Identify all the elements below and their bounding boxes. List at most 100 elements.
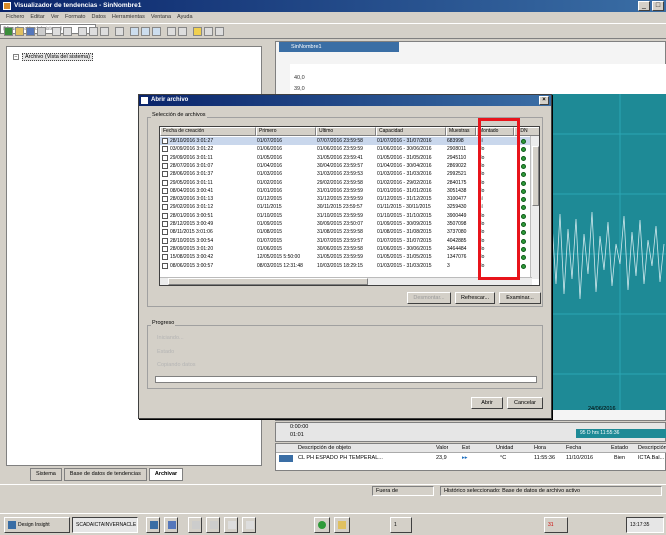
col-primero[interactable]: Primero <box>256 127 316 136</box>
col-estado[interactable]: Estado <box>611 444 628 453</box>
window-icon[interactable] <box>204 27 213 36</box>
archive-file-icon <box>162 221 168 227</box>
list-item[interactable]: 03/09/2016 3:01:22 01/06/2016 01/06/2016 2… <box>160 145 532 153</box>
save-icon[interactable] <box>26 27 35 36</box>
list-item[interactable]: 28/07/2016 3:01:07 01/04/2016 30/04/2016 2… <box>160 162 532 170</box>
tab-base-de-datos[interactable]: Base de datos de tendencias <box>63 468 147 481</box>
window-controls: _ □ <box>638 1 664 11</box>
find-icon[interactable] <box>89 27 98 36</box>
search-icon <box>228 520 236 529</box>
taskbar-yellow-icon[interactable] <box>334 517 350 533</box>
list-item[interactable]: 29/02/2016 3:01:12 01/11/2015 30/11/2015 2… <box>160 203 532 211</box>
taskbar-app-icon-1[interactable] <box>146 517 160 533</box>
status-panel-1: Fuera de <box>372 486 434 496</box>
cell-primero: 08/03/2015 12:31:48 <box>257 262 303 269</box>
search-icon[interactable] <box>130 27 139 36</box>
col-valor[interactable]: Valor <box>436 444 448 453</box>
taskbar-app-icon-6[interactable] <box>242 517 256 533</box>
col-fecha[interactable]: Fecha <box>566 444 581 453</box>
menu-ventana[interactable]: Ventana <box>151 12 171 22</box>
time-range-bar[interactable]: 95 D hrs 11:55:36 <box>576 429 666 438</box>
archive-file-icon <box>162 146 168 153</box>
close-icon[interactable]: × <box>539 96 549 105</box>
menu-editar[interactable]: Editar <box>30 12 44 22</box>
list-item[interactable]: 28/01/2016 3:00:51 01/10/2015 31/10/2015 2… <box>160 212 532 220</box>
cell-primero: 01/06/2016 <box>257 146 283 153</box>
taskbar-app-icon-4[interactable] <box>206 517 220 533</box>
col-ultimo[interactable]: Último <box>316 127 376 136</box>
list-item[interactable]: 08/04/2016 3:00:41 01/01/2016 31/01/2016 2… <box>160 187 532 195</box>
zoom-icon[interactable] <box>63 27 72 36</box>
menu-ayuda[interactable]: Ayuda <box>177 12 193 22</box>
table-row[interactable]: CL PH ESPADO PH TEMPERAL... 23,9 ▸▸ °C 1… <box>276 454 666 463</box>
col-muestras[interactable]: Muestras <box>446 127 476 136</box>
taskbar-design-insight[interactable]: Design Insight <box>4 517 70 533</box>
horizontal-scrollbar[interactable] <box>160 277 532 285</box>
tab-archivar[interactable]: Archivar <box>148 468 184 481</box>
list-item[interactable]: 29/05/2016 3:01:11 01/02/2016 29/02/2016 2… <box>160 179 532 187</box>
col-capacidad[interactable]: Capacidad <box>376 127 446 136</box>
menu-ver[interactable]: Ver <box>51 12 59 22</box>
list-item[interactable]: 28/10/2016 3:01:27 01/07/2016 07/07/2016 2… <box>160 137 532 145</box>
cancelar-button[interactable]: Cancelar <box>507 397 543 409</box>
col-unidad[interactable]: Unidad <box>496 444 513 453</box>
paste-icon[interactable] <box>115 27 124 36</box>
list-item[interactable]: 28/09/2015 3:01:20 01/06/2015 30/06/2015 2… <box>160 245 532 253</box>
list-item[interactable]: 28/10/2015 3:00:54 01/07/2015 31/07/2015 2… <box>160 237 532 245</box>
col-descripcion2[interactable]: Descripción <box>638 444 666 453</box>
list-item[interactable]: 08/11/2015 3:01:06 01/08/2015 31/08/2015 2… <box>160 228 532 236</box>
tree-root-node[interactable]: − Archivo (Vista del sistema) <box>13 53 94 61</box>
taskbar-green-icon[interactable] <box>314 517 330 533</box>
list-item[interactable]: 28/12/2015 3:00:49 01/09/2015 30/09/2015 2… <box>160 220 532 228</box>
taskbar-app-icon-3[interactable] <box>188 517 202 533</box>
grid-icon[interactable] <box>215 27 224 36</box>
cell-primero: 01/11/2015 <box>257 204 282 211</box>
vscroll-thumb[interactable] <box>532 146 539 206</box>
zoom-in-icon[interactable] <box>141 27 150 36</box>
list-item[interactable]: 15/08/2015 3:00:42 12/05/2015 5:50:00 31/0… <box>160 253 532 261</box>
taskbar-app-icon-2[interactable] <box>164 517 178 533</box>
list-item[interactable]: 28/06/2016 3:01:37 01/03/2016 31/03/2016 2… <box>160 170 532 178</box>
print-preview-icon[interactable] <box>52 27 61 36</box>
signal-date: 11/10/2016 <box>566 455 594 461</box>
list-item[interactable]: 08/06/2015 3:00:57 08/03/2015 12:31:48 10/… <box>160 262 532 270</box>
print-icon[interactable] <box>37 27 46 36</box>
chart-icon[interactable] <box>167 27 176 36</box>
col-descripcion[interactable]: Descripción de objeto <box>298 444 351 453</box>
minimize-button[interactable]: _ <box>638 1 650 11</box>
copy-icon[interactable] <box>100 27 109 36</box>
col-est[interactable]: Est <box>462 444 470 453</box>
pause-icon[interactable] <box>193 27 202 36</box>
time-sub-label: 01:01 <box>290 432 304 438</box>
taskbar-scada[interactable]: SCADAICTAINVERNACLE <box>72 517 138 533</box>
menu-formato[interactable]: Formato <box>65 12 85 22</box>
cell-muestras: 2869022 <box>447 162 467 169</box>
desmontar-button[interactable]: Desmontar... <box>407 292 451 304</box>
menu-datos[interactable]: Datos <box>91 12 105 22</box>
cell-muestras: 3737080 <box>447 229 467 236</box>
list-item[interactable]: 29/09/2016 3:01:11 01/05/2016 31/05/2016 2… <box>160 154 532 162</box>
col-hora[interactable]: Hora <box>534 444 546 453</box>
vertical-scrollbar[interactable] <box>530 136 539 279</box>
taskbar-search-icon[interactable] <box>224 517 238 533</box>
maximize-button[interactable]: □ <box>652 1 664 11</box>
tab-sistema[interactable]: Sistema <box>30 468 62 481</box>
menu-herramientas[interactable]: Herramientas <box>112 12 145 22</box>
taskbar-alarm[interactable]: 31 <box>544 517 568 533</box>
tree-expand-icon[interactable]: − <box>13 54 19 60</box>
zoom-out-icon[interactable] <box>152 27 161 36</box>
abrir-button[interactable]: Abrir <box>471 397 503 409</box>
menu-fichero[interactable]: Fichero <box>6 12 24 22</box>
taskbar-item3-label: 1 <box>394 522 397 528</box>
refrescar-button[interactable]: Refrescar... <box>455 292 495 304</box>
cut-icon[interactable] <box>78 27 87 36</box>
taskbar-item3[interactable]: 1 <box>390 517 412 533</box>
open-folder-icon[interactable] <box>15 27 24 36</box>
hscroll-thumb[interactable] <box>168 278 368 285</box>
new-icon[interactable] <box>4 27 13 36</box>
examinar-button[interactable]: Examinar... <box>499 292 541 304</box>
cell-muestras: 3507098 <box>447 221 467 227</box>
list-item[interactable]: 28/03/2016 3:01:13 01/12/2015 31/12/2015 2… <box>160 195 532 203</box>
col-fecha-creacion[interactable]: Fecha de creación <box>160 127 256 136</box>
filter-icon[interactable] <box>178 27 187 36</box>
